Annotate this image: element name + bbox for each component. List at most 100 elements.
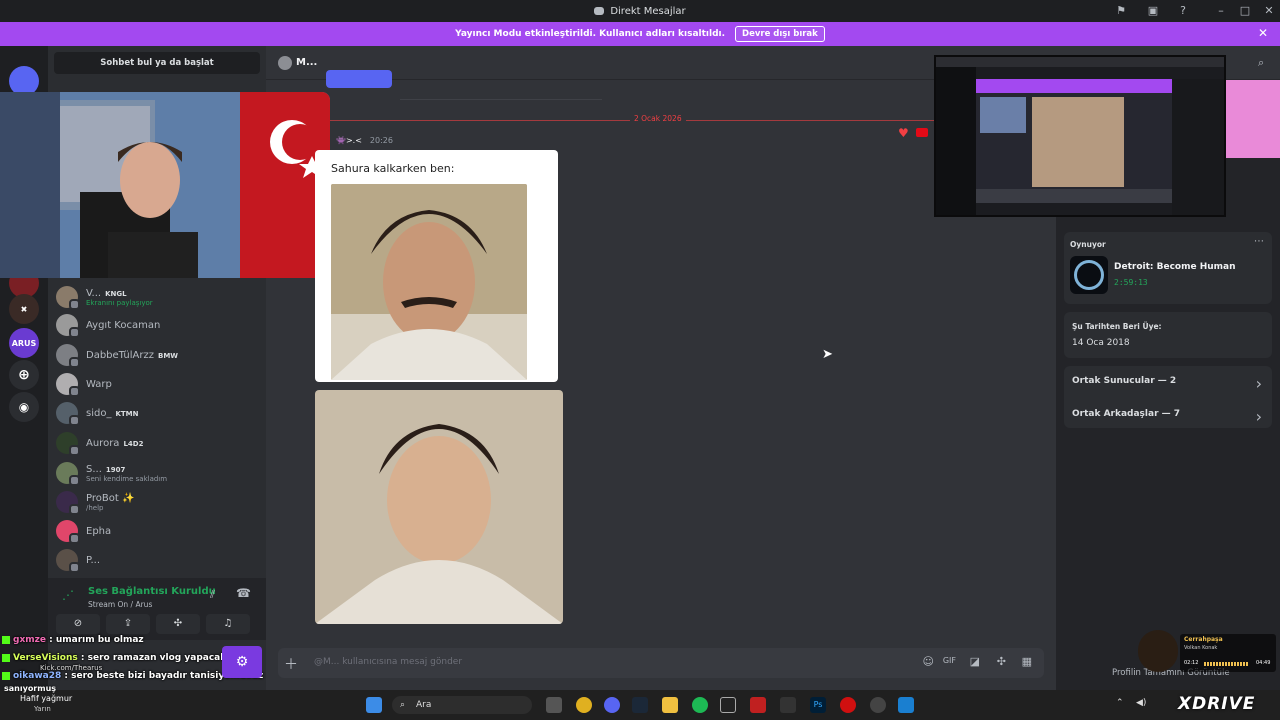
title-bar: Direkt Mesajlar ⚑ ▣ ? – □ ✕	[0, 0, 1280, 22]
mutual-friends-link[interactable]: Ortak Arkadaşlar — 7	[1072, 409, 1180, 419]
file-explorer-icon[interactable]	[662, 697, 678, 713]
now-playing-overlay: Cerrahpaşa Volkan Konak 02:12 04:49	[1138, 630, 1278, 674]
member-since-label: Şu Tarihten Beri Üye:	[1072, 322, 1162, 331]
dm-item[interactable]: Aurora L4D2	[56, 430, 260, 456]
close-button[interactable]: ✕	[1262, 4, 1276, 18]
soundboard-button[interactable]: ♫	[206, 614, 250, 634]
emoji-icon[interactable]: ☺	[923, 655, 934, 668]
tools-server-icon[interactable]: ✖	[9, 294, 39, 324]
status-badge: L4D2	[123, 439, 144, 448]
volume-icon[interactable]: ◀)	[1136, 698, 1146, 708]
help-icon[interactable]: ?	[1176, 4, 1190, 18]
activity-card: Oynuyor ⋯ Detroit: Become Human 2:59:13	[1064, 232, 1272, 304]
maximize-button[interactable]: □	[1238, 4, 1252, 18]
dm-item[interactable]: sido_ KTMN	[56, 400, 260, 426]
capcut-icon[interactable]	[720, 697, 736, 713]
camera-off-button[interactable]: ⊘	[56, 614, 100, 634]
status-text: Seni kendime sakladım	[86, 474, 168, 483]
profile-banner	[1226, 80, 1280, 158]
inbox-icon[interactable]: ⚑	[1114, 4, 1128, 18]
avatar	[56, 373, 80, 397]
track-artist: Volkan Konak	[1184, 645, 1218, 651]
signal-icon: ⋰	[62, 588, 74, 602]
arus-server-icon[interactable]: ARUS	[9, 328, 39, 358]
taskbar-search-label: Ara	[416, 700, 432, 710]
record-icon[interactable]	[840, 697, 856, 713]
activities-button[interactable]: ✣	[156, 614, 200, 634]
embed-button[interactable]	[326, 70, 392, 88]
disconnect-icon[interactable]: ☎	[236, 586, 251, 600]
task-view-icon[interactable]	[546, 697, 562, 713]
kick-icon	[2, 671, 10, 680]
message-author[interactable]: 👾>.<	[336, 136, 362, 145]
spotify-icon[interactable]	[692, 697, 708, 713]
image-attachment[interactable]	[315, 390, 563, 624]
steam-icon[interactable]	[632, 697, 648, 713]
find-conversation-button[interactable]: Sohbet bul ya da başlat	[54, 52, 260, 74]
message-input-box[interactable]: ＋ @M... kullanıcısına mesaj gönder ☺ GIF…	[278, 648, 1044, 678]
stream-preview-image	[936, 57, 1224, 215]
dm-item[interactable]: Warp	[56, 371, 260, 397]
tray-chevron-icon[interactable]: ⌃	[1116, 698, 1124, 708]
dm-item[interactable]: V... KNGL Ekranını paylaşıyor	[56, 284, 260, 310]
disable-streamer-mode-button[interactable]: Devre dışı bırak	[735, 26, 825, 42]
chrome-icon[interactable]	[576, 697, 592, 713]
game-icon	[1070, 256, 1108, 294]
dm-item[interactable]: Epha	[56, 518, 260, 544]
gif-icon[interactable]: GIF	[943, 656, 956, 665]
status-badge: 1907	[105, 465, 126, 474]
screen-icon[interactable]: ▣	[1146, 4, 1160, 18]
track-title: Cerrahpaşa	[1184, 636, 1223, 643]
activity-label: Oynuyor	[1070, 240, 1106, 249]
chat-recipient-name: M...	[296, 57, 318, 68]
webcam-overlay	[0, 92, 330, 278]
avatar	[56, 344, 80, 368]
dm-item[interactable]: DabbeTülArzz BMW	[56, 342, 260, 368]
status-badge: KNGL	[105, 289, 127, 298]
message-header: 👾>.< 20:26	[336, 136, 393, 145]
screen-share-button[interactable]: ⇪	[106, 614, 150, 634]
mutual-servers-link[interactable]: Ortak Sunucular — 2	[1072, 376, 1176, 386]
chat-message: VerseVisions : sero ramazan vlog yapacak…	[2, 653, 242, 663]
day-divider-label: 2 Ocak 2026	[630, 114, 686, 123]
chat-message: gxmze : umarım bu olmaz	[2, 635, 144, 645]
dm-item[interactable]: Aygıt Kocaman	[56, 312, 260, 338]
taskbar-search[interactable]: ⌕ Ara	[392, 696, 532, 714]
previous-embed	[400, 80, 602, 100]
close-icon[interactable]: ✕	[1258, 26, 1268, 40]
banner-text: Yayıncı Modu etkinleştirildi. Kullanıcı …	[455, 29, 726, 39]
message-timestamp: 20:26	[369, 136, 393, 145]
search-icon[interactable]: ⌕	[1258, 56, 1264, 70]
mouse-cursor-icon: ➤	[822, 347, 833, 362]
gift-icon[interactable]: ▦	[1022, 655, 1032, 668]
settings-icon[interactable]: ⚙	[222, 646, 262, 678]
add-attachment-icon[interactable]: ＋	[284, 654, 298, 674]
dm-item[interactable]: S... 1907 Seni kendime sakladım	[56, 460, 260, 486]
streamer-mode-banner: Yayıncı Modu etkinleştirildi. Kullanıcı …	[0, 22, 1280, 46]
avatar	[56, 462, 80, 486]
image-attachment[interactable]: Sahura kalkarken ben:	[315, 150, 558, 382]
epic-games-icon[interactable]	[780, 697, 796, 713]
add-server-icon[interactable]: ⊕	[9, 360, 39, 390]
album-art	[1138, 630, 1178, 672]
minimize-button[interactable]: –	[1214, 4, 1228, 18]
app-icon[interactable]	[898, 697, 914, 713]
discord-taskbar-icon[interactable]	[604, 697, 620, 713]
webcam-image	[0, 92, 330, 278]
message-input-placeholder: @M... kullanıcısına mesaj gönder	[314, 657, 463, 667]
heart-reaction-icon[interactable]: ♥	[898, 126, 909, 140]
dm-item[interactable]: ProBot ✨ /help	[56, 489, 260, 515]
noise-suppression-icon[interactable]: ⫽	[210, 588, 215, 602]
photoshop-icon[interactable]: Ps	[810, 697, 826, 713]
apps-icon[interactable]: ✣	[997, 655, 1006, 668]
flag-reaction-icon[interactable]	[916, 128, 928, 137]
sticker-icon[interactable]: ◪	[970, 655, 980, 668]
app-icon[interactable]	[750, 697, 766, 713]
weather-text[interactable]: Hafif yağmur	[20, 694, 72, 703]
dm-item[interactable]: P...	[56, 547, 260, 573]
member-since-date: 14 Oca 2018	[1072, 338, 1130, 348]
obs-icon[interactable]	[870, 697, 886, 713]
discover-icon[interactable]: ◉	[9, 392, 39, 422]
windows-start-icon[interactable]	[366, 697, 382, 713]
more-icon[interactable]: ⋯	[1254, 236, 1264, 247]
